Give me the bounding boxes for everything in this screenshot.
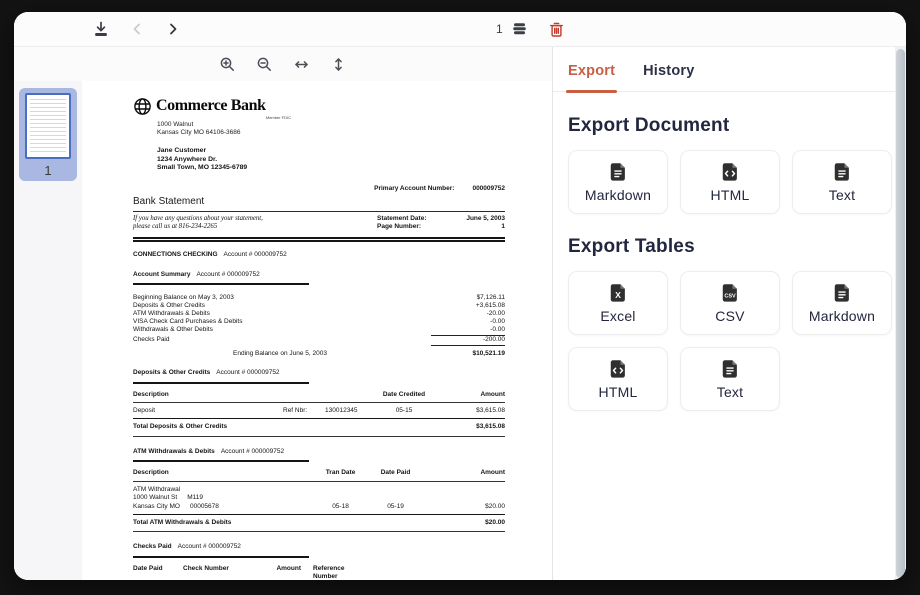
statement-date-value: June 5, 2003 [466, 215, 505, 223]
excel-file-icon: X [607, 282, 629, 304]
top-toolbar: 1 [14, 12, 906, 47]
html-file-icon [607, 358, 629, 380]
delete-page-button[interactable] [546, 18, 568, 40]
bank-statement: Commerce Bank Member FDIC 1000 Walnut Ka… [133, 96, 505, 580]
page-count: 1 [496, 22, 503, 36]
atm-total-amount: $20.00 [485, 519, 505, 527]
zoom-out-button[interactable] [254, 53, 276, 75]
zoom-in-icon [219, 56, 236, 73]
help-text-line1: If you have any questions about your sta… [133, 215, 263, 224]
document-page: Commerce Bank Member FDIC 1000 Walnut Ka… [82, 81, 552, 580]
app-window: 1 [14, 12, 906, 580]
markdown-file-icon [831, 282, 853, 304]
document-viewer: 1 Commerce Bank Member FDIC [14, 47, 553, 580]
thumbnail-page-number: 1 [19, 163, 77, 178]
customer-address-line2: Small Town, MO 12345-6789 [157, 164, 505, 173]
deposit-row: Deposit Ref Nbr: 130012345 05-15 $3,615.… [133, 403, 505, 418]
bank-logo: Commerce Bank Member FDIC [133, 96, 283, 117]
statement-title: Bank Statement [133, 195, 505, 212]
account-heading: CONNECTIONS CHECKING [133, 251, 218, 258]
page-number-value: 1 [501, 223, 505, 231]
export-tables-markdown-button[interactable]: Markdown [792, 271, 892, 335]
bank-address-line2: Kansas City MO 64106-3686 [157, 129, 505, 137]
panel-tabs: Export History [553, 47, 906, 92]
bank-name: Commerce Bank [156, 96, 266, 117]
download-icon [92, 20, 110, 38]
markdown-file-icon [607, 161, 629, 183]
help-text-line2: please call us at 816-234-2265 [133, 223, 263, 232]
ending-balance-amount: $10,521.19 [472, 350, 505, 358]
globe-icon [133, 97, 152, 116]
fit-height-icon [330, 56, 347, 73]
page-thumbnail[interactable]: 1 [19, 88, 77, 181]
zoom-out-icon [256, 56, 273, 73]
svg-text:X: X [615, 290, 621, 300]
primary-account-label: Primary Account Number: [374, 185, 454, 193]
prev-page-button[interactable] [126, 18, 148, 40]
text-file-icon [831, 161, 853, 183]
scrollbar-thumb[interactable] [896, 49, 905, 578]
account-ref: Account # 000009752 [224, 251, 287, 258]
trash-icon [548, 21, 565, 38]
statement-date-label: Statement Date: [377, 215, 426, 223]
export-tables-heading: Export Tables [568, 236, 896, 258]
fit-width-icon [293, 56, 310, 73]
thumbnail-page-preview [25, 93, 71, 159]
panel-scrollbar[interactable] [895, 47, 906, 580]
statement-divider [133, 237, 505, 242]
fit-width-button[interactable] [291, 53, 313, 75]
export-tables-csv-button[interactable]: CSV CSV [680, 271, 780, 335]
next-page-button[interactable] [162, 18, 184, 40]
export-document-options: Markdown HTML Text [568, 150, 896, 214]
tab-history[interactable]: History [643, 63, 694, 91]
atm-total-label: Total ATM Withdrawals & Debits [133, 519, 231, 527]
account-summary: Beginning Balance on May 3, 2003$7,126.1… [133, 294, 505, 346]
pages-button[interactable] [508, 18, 530, 40]
export-document-heading: Export Document [568, 115, 896, 137]
zoom-toolbar [14, 47, 552, 81]
html-file-icon [719, 161, 741, 183]
zoom-in-button[interactable] [217, 53, 239, 75]
chevron-right-icon [165, 21, 181, 37]
summary-heading: Account Summary [133, 271, 190, 278]
deposits-total-label: Total Deposits & Other Credits [133, 423, 227, 431]
page-number-label: Page Number: [377, 223, 421, 231]
chevron-left-icon [129, 21, 145, 37]
primary-account-value: 000009752 [472, 185, 505, 193]
svg-text:CSV: CSV [724, 293, 736, 299]
deposits-total-amount: $3,615.08 [476, 423, 505, 431]
thumbnail-panel: 1 [14, 81, 82, 580]
bank-address-line1: 1000 Walnut [157, 121, 505, 129]
export-document-html-button[interactable]: HTML [680, 150, 780, 214]
csv-file-icon: CSV [719, 282, 741, 304]
atm-heading: ATM Withdrawals & Debits [133, 448, 215, 455]
ending-balance-label: Ending Balance on June 5, 2003 [233, 350, 327, 358]
export-document-text-button[interactable]: Text [792, 150, 892, 214]
export-tables-html-button[interactable]: HTML [568, 347, 668, 411]
text-file-icon [719, 358, 741, 380]
pages-stack-icon [510, 20, 528, 38]
download-button[interactable] [90, 18, 112, 40]
checks-table: Date Paid Check Number Amount Reference … [133, 560, 351, 580]
fit-height-button[interactable] [328, 53, 350, 75]
checks-heading: Checks Paid [133, 543, 172, 550]
export-tables-options: X Excel CSV CSV Markdown [568, 271, 896, 411]
deposits-heading: Deposits & Other Credits [133, 369, 210, 376]
bank-logo-subtext: Member FDIC [266, 115, 291, 120]
export-tables-excel-button[interactable]: X Excel [568, 271, 668, 335]
customer-address-line1: 1234 Anywhere Dr. [157, 156, 505, 165]
export-tables-text-button[interactable]: Text [680, 347, 780, 411]
customer-name: Jane Customer [157, 147, 505, 156]
tab-export[interactable]: Export [568, 63, 615, 91]
atm-row: ATM Withdrawal 1000 Walnut StM119 Kansas… [133, 482, 505, 514]
export-panel: Export History Export Document Markdown [553, 47, 906, 580]
export-document-markdown-button[interactable]: Markdown [568, 150, 668, 214]
